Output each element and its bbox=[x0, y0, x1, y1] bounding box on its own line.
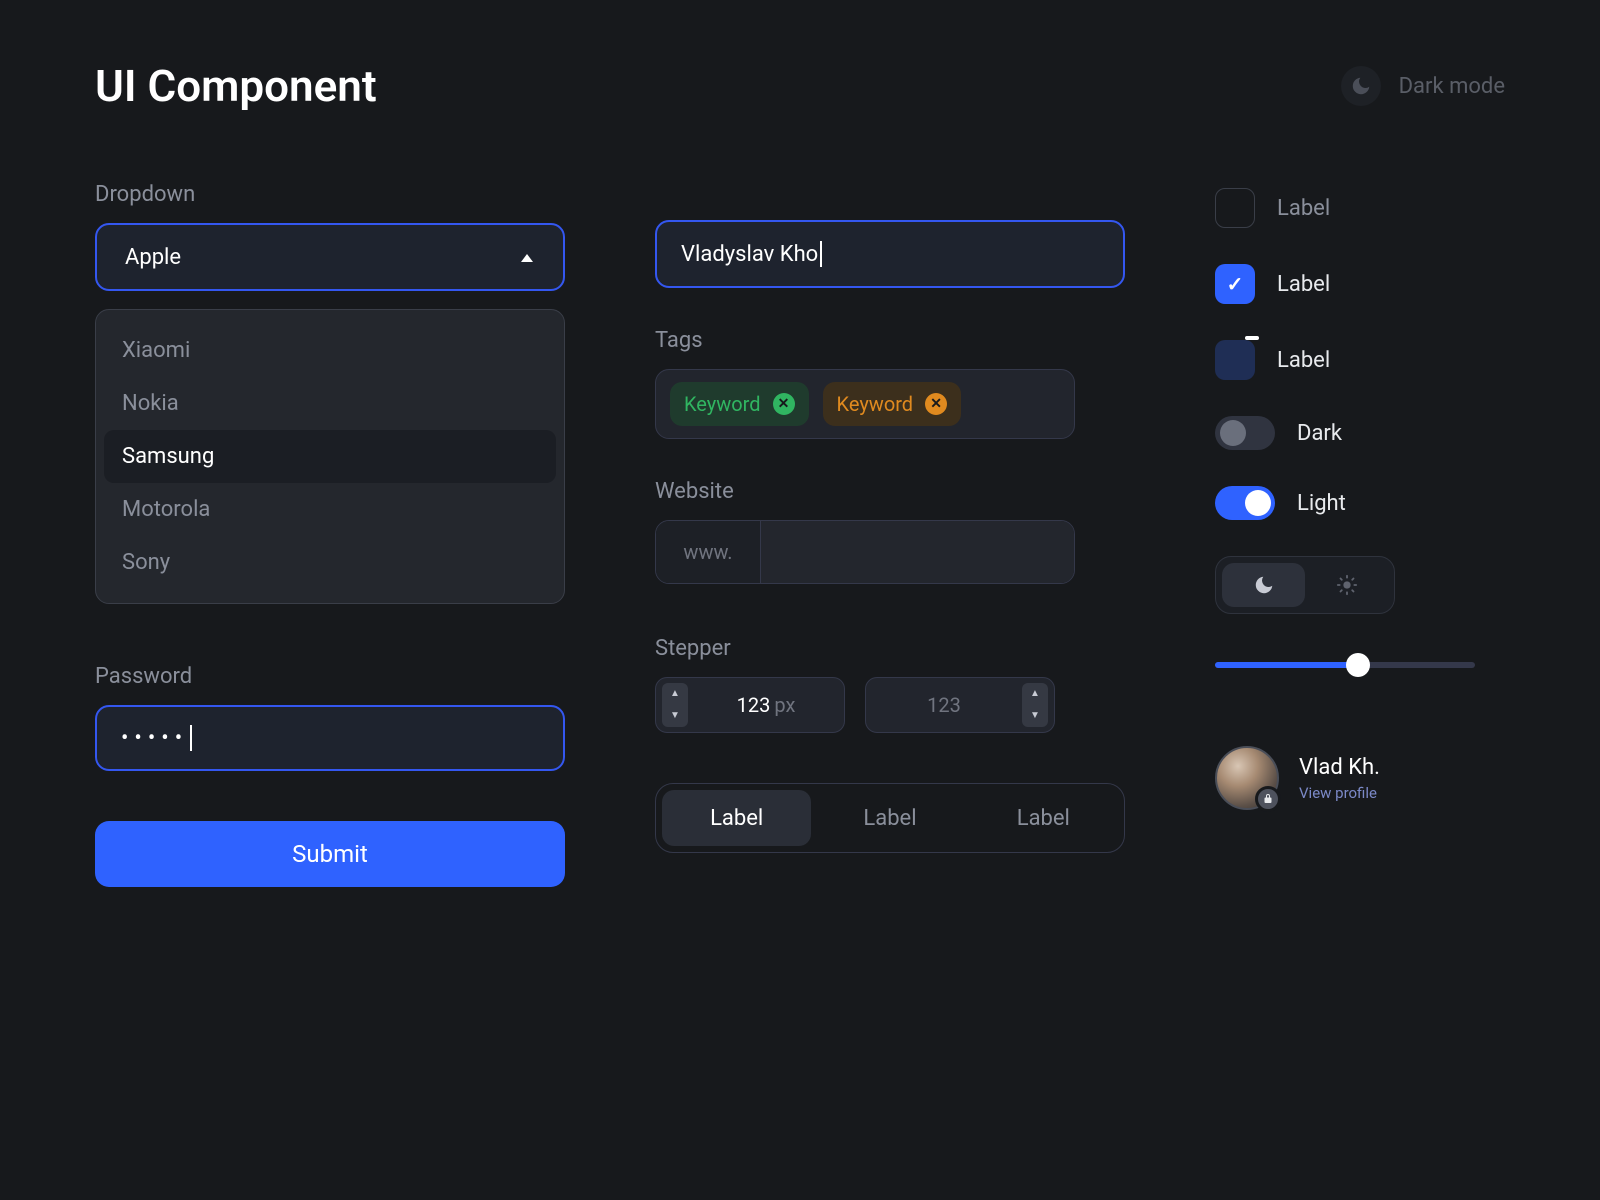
password-value: ••••• bbox=[121, 726, 188, 751]
chevron-down-icon[interactable]: ▼ bbox=[1030, 711, 1040, 721]
dropdown-option-nokia[interactable]: Nokia bbox=[104, 377, 556, 430]
avatar[interactable] bbox=[1215, 746, 1279, 810]
profile-card: Vlad Kh. View profile bbox=[1215, 746, 1475, 810]
slider-track bbox=[1215, 662, 1475, 668]
dropdown-option-xiaomi[interactable]: Xiaomi bbox=[104, 324, 556, 377]
tag-text: Keyword bbox=[684, 392, 761, 416]
dropdown-label: Dropdown bbox=[95, 182, 565, 207]
text-caret bbox=[190, 725, 192, 751]
tag-orange[interactable]: Keyword ✕ bbox=[823, 382, 962, 426]
slider[interactable] bbox=[1215, 650, 1475, 680]
chevron-up-icon[interactable]: ▲ bbox=[670, 689, 680, 699]
checkbox-row-indeterminate: Label bbox=[1215, 340, 1475, 380]
segmented-control: Label Label Label bbox=[655, 783, 1125, 853]
checkbox-indeterminate[interactable] bbox=[1215, 340, 1255, 380]
stepper-placeholder[interactable]: 123 ▲ ▼ bbox=[865, 677, 1055, 733]
chevron-down-icon[interactable]: ▼ bbox=[670, 711, 680, 721]
dropdown-option-motorola[interactable]: Motorola bbox=[104, 483, 556, 536]
submit-button[interactable]: Submit bbox=[95, 821, 565, 887]
checkbox-unchecked[interactable] bbox=[1215, 188, 1255, 228]
stepper-active[interactable]: ▲ ▼ 123px bbox=[655, 677, 845, 733]
toggle-dark-row: Dark bbox=[1215, 416, 1475, 450]
segmented-item-2[interactable]: Label bbox=[969, 790, 1118, 846]
checkbox-label: Label bbox=[1277, 272, 1330, 297]
slider-knob[interactable] bbox=[1346, 653, 1370, 677]
column-right: Label ✓ Label Label Dark Light bbox=[1215, 188, 1475, 887]
profile-info: Vlad Kh. View profile bbox=[1299, 755, 1380, 802]
toggle-knob bbox=[1245, 490, 1271, 516]
website-input-group: www. bbox=[655, 520, 1075, 584]
tags-container: Keyword ✕ Keyword ✕ bbox=[655, 369, 1075, 439]
dropdown-menu: Xiaomi Nokia Samsung Motorola Sony bbox=[95, 309, 565, 604]
password-label: Password bbox=[95, 664, 565, 689]
close-icon[interactable]: ✕ bbox=[925, 393, 947, 415]
tag-green[interactable]: Keyword ✕ bbox=[670, 382, 809, 426]
dark-mode-label: Dark mode bbox=[1399, 74, 1505, 99]
close-icon[interactable]: ✕ bbox=[773, 393, 795, 415]
stepper-placeholder-value: 123 bbox=[866, 693, 1022, 717]
checkbox-label: Label bbox=[1277, 196, 1330, 221]
website-label: Website bbox=[655, 479, 1125, 504]
website-prefix: www. bbox=[656, 521, 761, 583]
stepper-value: 123px bbox=[688, 693, 844, 717]
checkbox-checked[interactable]: ✓ bbox=[1215, 264, 1255, 304]
dropdown-selected: Apple bbox=[125, 245, 181, 270]
chevron-up-icon bbox=[519, 245, 535, 270]
chevron-up-icon[interactable]: ▲ bbox=[1030, 689, 1040, 699]
view-profile-link[interactable]: View profile bbox=[1299, 784, 1380, 802]
column-left: Dropdown Apple Xiaomi Nokia Samsung Moto… bbox=[95, 182, 565, 887]
dropdown-trigger[interactable]: Apple bbox=[95, 223, 565, 291]
profile-name: Vlad Kh. bbox=[1299, 755, 1380, 780]
name-input[interactable]: Vladyslav Kho bbox=[655, 220, 1125, 288]
toggle-dark[interactable] bbox=[1215, 416, 1275, 450]
password-input[interactable]: ••••• bbox=[95, 705, 565, 771]
check-icon: ✓ bbox=[1227, 272, 1244, 296]
dropdown-option-samsung[interactable]: Samsung bbox=[104, 430, 556, 483]
stepper-arrows[interactable]: ▲ ▼ bbox=[662, 683, 688, 727]
toggle-label: Dark bbox=[1297, 421, 1342, 446]
stepper-label: Stepper bbox=[655, 636, 1125, 661]
moon-icon bbox=[1341, 66, 1381, 106]
toggle-knob bbox=[1220, 420, 1246, 446]
website-input[interactable] bbox=[761, 521, 1074, 583]
theme-light-button[interactable] bbox=[1305, 563, 1388, 607]
lock-icon bbox=[1255, 786, 1281, 812]
segmented-item-1[interactable]: Label bbox=[815, 790, 964, 846]
checkbox-label: Label bbox=[1277, 348, 1330, 373]
page-title: UI Component bbox=[95, 60, 377, 112]
slider-fill bbox=[1215, 662, 1358, 668]
toggle-light[interactable] bbox=[1215, 486, 1275, 520]
dark-mode-indicator[interactable]: Dark mode bbox=[1341, 66, 1505, 106]
stepper-arrows[interactable]: ▲ ▼ bbox=[1022, 683, 1048, 727]
theme-dark-button[interactable] bbox=[1222, 563, 1305, 607]
tag-text: Keyword bbox=[837, 392, 914, 416]
minus-icon bbox=[1245, 336, 1259, 340]
column-middle: Vladyslav Kho Tags Keyword ✕ Keyword ✕ W… bbox=[655, 182, 1125, 887]
checkbox-row-checked: ✓ Label bbox=[1215, 264, 1475, 304]
name-input-value: Vladyslav Kho bbox=[681, 242, 818, 267]
theme-segmented bbox=[1215, 556, 1395, 614]
toggle-label: Light bbox=[1297, 491, 1346, 516]
toggle-light-row: Light bbox=[1215, 486, 1475, 520]
checkbox-row-unchecked: Label bbox=[1215, 188, 1475, 228]
text-caret bbox=[820, 241, 822, 267]
segmented-item-0[interactable]: Label bbox=[662, 790, 811, 846]
dropdown-option-sony[interactable]: Sony bbox=[104, 536, 556, 589]
tags-label: Tags bbox=[655, 328, 1125, 353]
header: UI Component Dark mode bbox=[95, 60, 1505, 112]
